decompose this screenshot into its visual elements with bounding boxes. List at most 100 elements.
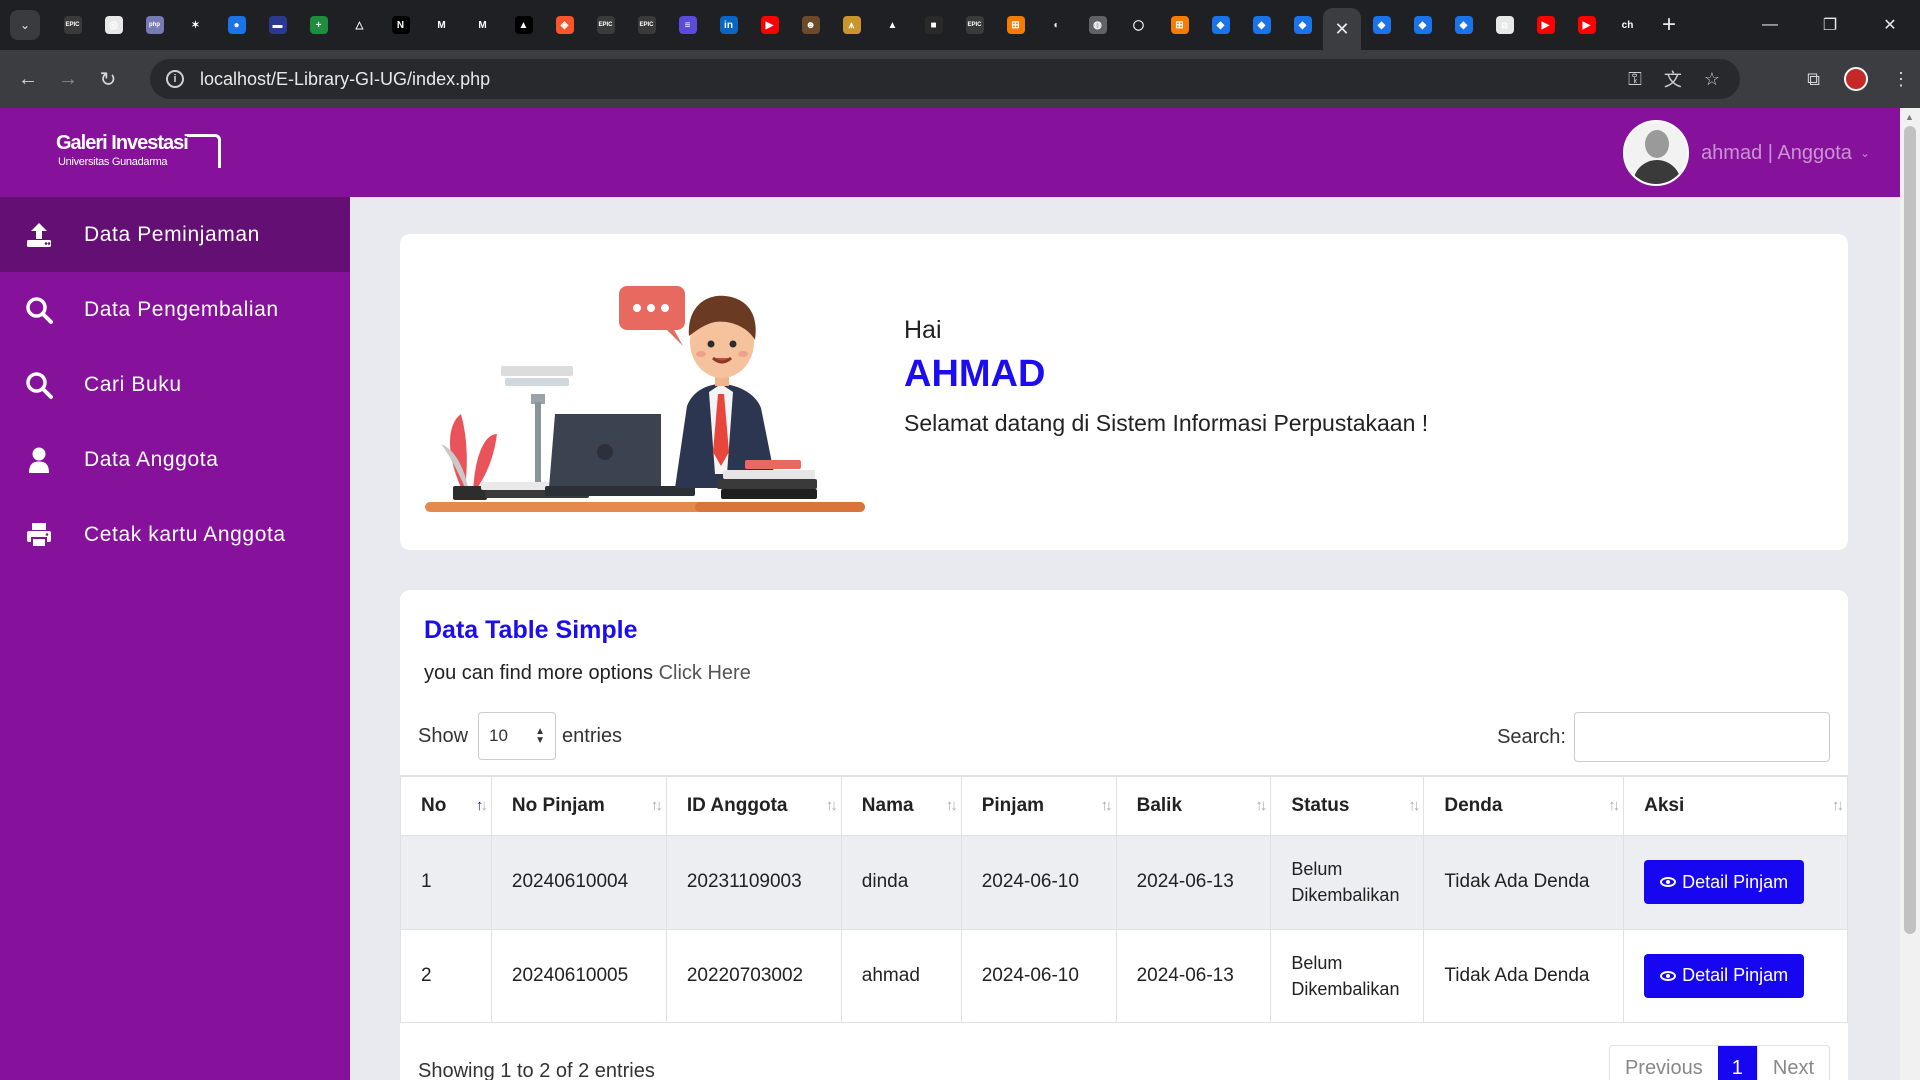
scrollbar-thumb[interactable] [1904, 126, 1916, 934]
cell-denda: Tidak Ada Denda [1423, 834, 1625, 930]
browser-tab[interactable]: △ [339, 0, 380, 50]
column-header-no[interactable]: No ↑↓ [400, 775, 492, 836]
minimize-icon[interactable]: — [1740, 0, 1800, 50]
browser-tab[interactable]: N [380, 0, 421, 50]
cube-icon: ◆ [1211, 16, 1230, 34]
click-here-link[interactable]: Click Here [659, 662, 751, 684]
browser-tab-active[interactable]: ✕ [1323, 8, 1361, 50]
browser-tab[interactable]: ● [216, 0, 257, 50]
globe-icon: ◍ [1088, 16, 1107, 34]
close-window-icon[interactable]: ✕ [1860, 0, 1920, 50]
user-label: ahmad | Anggota [1701, 141, 1852, 164]
restore-icon[interactable]: ❐ [1800, 0, 1860, 50]
bookmark-star-icon[interactable]: ☆ [1704, 69, 1720, 90]
browser-tab[interactable]: ⩚ [831, 0, 872, 50]
browser-tab[interactable]: ◎ [93, 0, 134, 50]
column-header-pinjam[interactable]: Pinjam ↑↓ [960, 775, 1117, 836]
scroll-up-icon[interactable]: ▲ [1905, 112, 1914, 122]
extensions-icon[interactable]: ⧉ [1807, 69, 1820, 90]
browser-tab[interactable]: ch [1607, 0, 1648, 50]
column-label: No Pinjam [511, 794, 605, 816]
browser-tab[interactable]: ▲ [872, 0, 913, 50]
site-info-icon[interactable]: i [166, 70, 184, 88]
browser-tab[interactable]: EPIC [954, 0, 995, 50]
column-label: Pinjam [981, 794, 1045, 816]
page-scrollbar[interactable]: ▲ [1900, 108, 1920, 1080]
translate-icon[interactable]: 文 [1664, 66, 1682, 92]
browser-tab[interactable]: ■ [913, 0, 954, 50]
back-icon[interactable]: ← [8, 59, 48, 99]
browser-tab[interactable]: php [134, 0, 175, 50]
column-header-status[interactable]: Status ↑↓ [1270, 775, 1425, 836]
browser-tab[interactable]: EPIC [585, 0, 626, 50]
browser-tab[interactable]: ▶ [749, 0, 790, 50]
detail-pinjam-button[interactable]: Detail Pinjam [1644, 953, 1805, 998]
new-tab-button[interactable]: + [1662, 11, 1676, 39]
column-header-id-anggota[interactable]: ID Anggota ↑↓ [665, 775, 842, 836]
sidebar-item-cari-buku[interactable]: Cari Buku [0, 347, 350, 422]
column-header-nama[interactable]: Nama ↑↓ [840, 775, 962, 836]
browser-tab[interactable]: ☻ [790, 0, 831, 50]
browser-tab[interactable]: ▶ [1525, 0, 1566, 50]
browser-tab[interactable]: ◆ [1282, 0, 1323, 50]
browser-tab[interactable]: ⧄ [1484, 0, 1525, 50]
address-bar[interactable]: i localhost/E-Library-GI-UG/index.php ⚿ … [150, 59, 1740, 99]
user-menu[interactable]: ahmad | Anggota ⌄ [1623, 120, 1870, 186]
browser-tab[interactable]: ▲ [503, 0, 544, 50]
sidebar-item-cetak-kartu-anggota[interactable]: Cetak kartu Anggota [0, 497, 350, 572]
browser-tab[interactable]: ◆ [1241, 0, 1282, 50]
browser-tab[interactable]: ◯ [1118, 0, 1159, 50]
page-length-value: 10 [489, 726, 508, 745]
browser-tab[interactable]: ⊞ [1159, 0, 1200, 50]
browser-tab[interactable]: ◆ [1402, 0, 1443, 50]
tab-search-button[interactable]: ⌄ [10, 10, 40, 40]
column-header-denda[interactable]: Denda ↑↓ [1423, 775, 1625, 836]
browser-tab[interactable]: ≡ [667, 0, 708, 50]
close-tab-icon[interactable]: ✕ [1334, 19, 1349, 40]
browser-tab[interactable]: ◆ [1443, 0, 1484, 50]
browser-tab[interactable]: EPIC [52, 0, 93, 50]
browser-menu-icon[interactable]: ⋮ [1892, 69, 1910, 90]
sidebar-item-data-pengembalian[interactable]: Data Pengembalian [0, 272, 350, 347]
peminjaman-table: No ↑↓ No Pinjam ↑↓ ID Anggota ↑↓ Nama ↑↓ Pin… [400, 775, 1848, 1023]
browser-tab[interactable]: in [708, 0, 749, 50]
browser-tab[interactable]: ⊞ [995, 0, 1036, 50]
red-ring-icon: ◯ [1129, 16, 1148, 34]
browser-tab[interactable]: EPIC [626, 0, 667, 50]
browser-tab[interactable]: ✶ [175, 0, 216, 50]
column-header-aksi[interactable]: Aksi ↑↓ [1623, 775, 1848, 836]
page-1-button[interactable]: 1 [1717, 1046, 1757, 1080]
previous-page-button[interactable]: Previous [1610, 1046, 1718, 1080]
browser-tab[interactable]: ◐ [1036, 0, 1077, 50]
browser-tab[interactable]: + [298, 0, 339, 50]
browser-tab[interactable]: ▶ [1566, 0, 1607, 50]
browser-tab[interactable]: ◆ [1361, 0, 1402, 50]
browser-tab[interactable]: M [462, 0, 503, 50]
search-input[interactable] [1574, 712, 1830, 762]
page-length-select[interactable]: 10 ▲ ▼ [478, 712, 557, 760]
logo[interactable]: Galeri Investasi Universitas Gunadarma [56, 132, 221, 174]
key-icon[interactable]: ⚿ [1628, 69, 1642, 90]
reload-icon[interactable]: ↻ [88, 59, 128, 99]
forward-icon[interactable]: → [48, 59, 88, 99]
triangle-icon: ▲ [514, 16, 533, 34]
cell-no: 2 [400, 928, 492, 1023]
sort-icon: ↑↓ [945, 797, 958, 814]
search-icon [24, 370, 54, 400]
youtube-icon: ▶ [1577, 16, 1596, 34]
cube-icon: ◆ [1454, 16, 1473, 34]
sidebar-item-data-peminjaman[interactable]: Data Peminjaman [0, 197, 350, 272]
detail-pinjam-button[interactable]: Detail Pinjam [1644, 860, 1805, 904]
browser-tab[interactable]: ◆ [1200, 0, 1241, 50]
sidebar-item-data-anggota[interactable]: Data Anggota [0, 422, 350, 497]
list-icon: ≡ [678, 16, 697, 34]
profile-avatar-icon[interactable] [1844, 67, 1868, 91]
column-header-balik[interactable]: Balik ↑↓ [1115, 775, 1272, 836]
browser-tab[interactable]: ◈ [544, 0, 585, 50]
logo-subtitle: Universitas Gunadarma [58, 156, 168, 168]
browser-tab[interactable]: ▬ [257, 0, 298, 50]
browser-tab[interactable]: ◍ [1077, 0, 1118, 50]
browser-tab[interactable]: M [421, 0, 462, 50]
column-header-no-pinjam[interactable]: No Pinjam ↑↓ [490, 775, 667, 836]
next-page-button[interactable]: Next [1756, 1046, 1829, 1080]
